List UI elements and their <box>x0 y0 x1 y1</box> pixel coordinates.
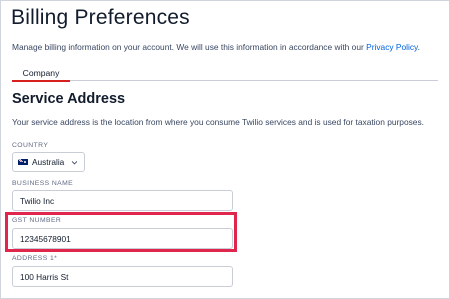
intro-body: Manage billing information on your accou… <box>12 42 367 52</box>
address1-input[interactable]: 100 Harris St <box>12 266 233 287</box>
intro-end: . <box>417 42 420 52</box>
privacy-policy-link[interactable]: Privacy Policy <box>366 42 418 52</box>
country-label: COUNTRY <box>12 142 49 149</box>
intro-text: Manage billing information on your accou… <box>12 42 420 52</box>
tabs-divider <box>12 80 438 81</box>
section-title: Service Address <box>12 91 126 107</box>
business-name-label: BUSINESS NAME <box>12 180 74 187</box>
gst-highlight-box <box>5 212 237 252</box>
country-value: Australia <box>32 157 65 167</box>
page-title: Billing Preferences <box>11 6 190 29</box>
chevron-down-icon <box>71 161 78 165</box>
business-name-input[interactable]: Twilio Inc <box>12 190 233 211</box>
tab-company[interactable]: Company <box>12 68 70 82</box>
address1-label: ADDRESS 1* <box>12 255 58 262</box>
australia-flag-icon <box>18 159 28 165</box>
country-select[interactable]: Australia <box>12 152 85 172</box>
section-description: Your service address is the location fro… <box>12 117 424 127</box>
